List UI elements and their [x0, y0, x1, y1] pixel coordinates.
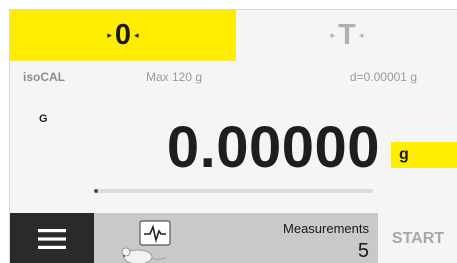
isocal-status: isoCAL [23, 70, 65, 84]
weight-value: 0.00000 [166, 115, 380, 180]
tare-button[interactable]: ▸ T ◂ [236, 10, 457, 61]
arrow-right-icon: ▸ [330, 30, 336, 40]
unit-button[interactable]: g [391, 142, 457, 168]
balance-screen: ▸ 0 ◂ ▸ T ◂ isoCAL Max 120 g d=0.00001 g… [9, 9, 457, 263]
measurements-label: Measurements [283, 221, 369, 236]
measurement-app-tile[interactable]: Measurements 5 [94, 213, 378, 263]
mouse-pulse-icon [121, 220, 171, 263]
bottom-bar: Measurements 5 START [10, 213, 457, 263]
measurements-count: 5 [357, 240, 369, 262]
capacity-bar [94, 189, 373, 193]
hamburger-menu-icon [38, 228, 66, 249]
stability-unit-indicator: G [39, 113, 48, 125]
zero-label: 0 [114, 19, 132, 51]
arrow-right-icon: ▸ [107, 30, 112, 40]
capacity-fill [94, 189, 99, 193]
tare-label: T [338, 19, 356, 51]
zero-button[interactable]: ▸ 0 ◂ [10, 10, 236, 61]
arrow-left-icon: ◂ [134, 30, 139, 40]
max-capacity: Max 120 g [146, 70, 203, 84]
arrow-left-icon: ◂ [358, 30, 364, 40]
readability: d=0.00001 g [349, 70, 417, 84]
start-button[interactable]: START [378, 213, 457, 263]
menu-button[interactable] [10, 213, 94, 263]
